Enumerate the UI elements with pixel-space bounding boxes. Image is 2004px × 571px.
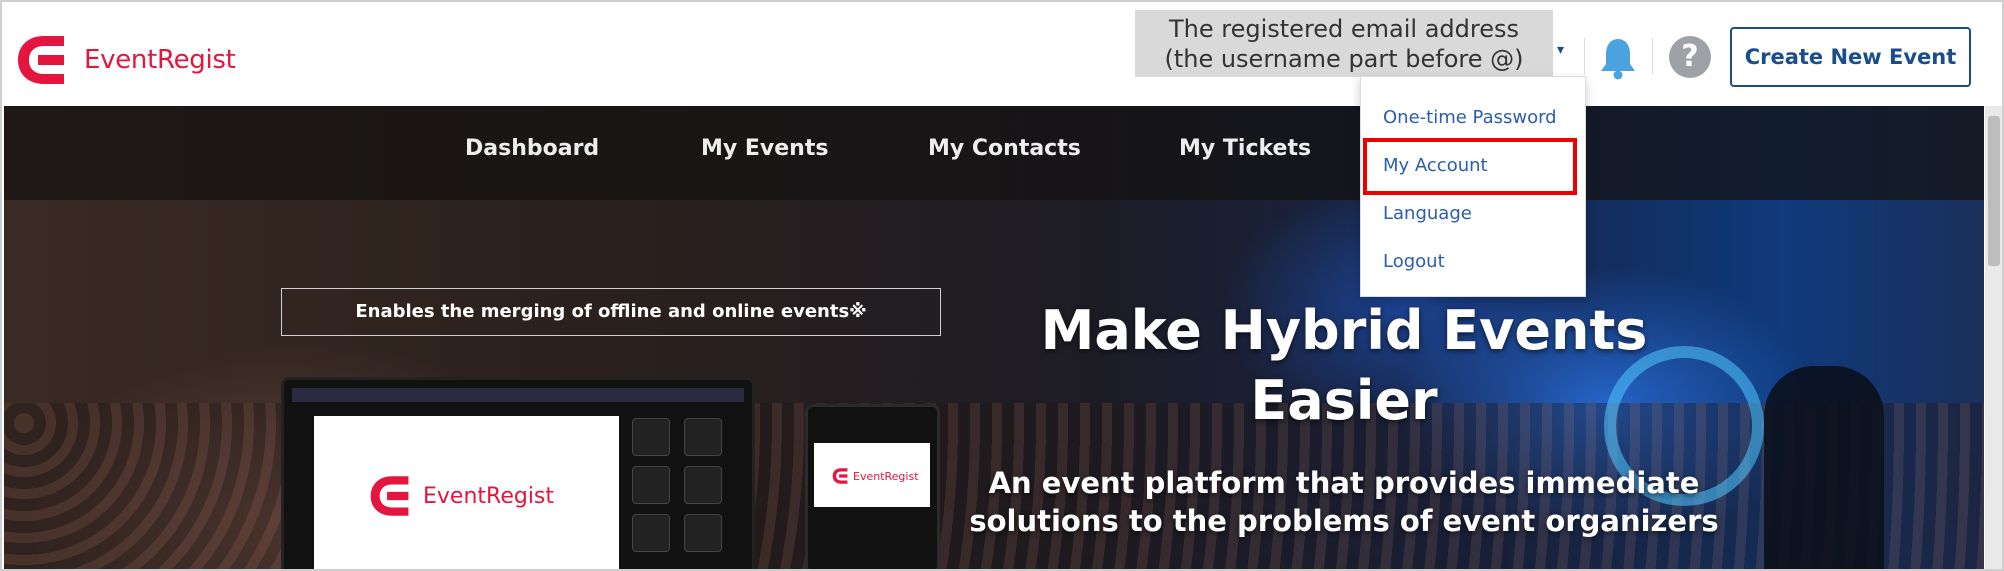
help-question-icon[interactable]: ? — [1669, 36, 1711, 78]
phone-screen-content: EventRegist — [814, 443, 930, 507]
header-divider — [1652, 38, 1653, 74]
hero-title-line-1: Make Hybrid Events — [1040, 299, 1648, 362]
top-header: EventRegist The registered email address… — [2, 2, 2002, 106]
hero-subtitle: An event platform that provides immediat… — [964, 464, 1724, 540]
nav-my-contacts[interactable]: My Contacts — [928, 136, 1081, 161]
hero-banner: Dashboard My Events My Contacts My Ticke… — [4, 106, 1984, 569]
tooltip-line-1: The registered email address — [1168, 15, 1520, 43]
page-scrollbar[interactable] — [1985, 106, 2002, 569]
create-new-event-button[interactable]: Create New Event — [1730, 27, 1971, 87]
nav-my-events[interactable]: My Events — [701, 136, 828, 161]
presenter-silhouette — [1764, 366, 1884, 569]
laptop-tile-panel — [632, 416, 742, 569]
brand-logo[interactable]: EventRegist — [16, 34, 236, 86]
menu-item-logout[interactable]: Logout — [1383, 251, 1445, 272]
eventregist-logo-icon — [832, 468, 848, 484]
user-menu-caret-icon[interactable]: ▾ — [1557, 42, 1564, 58]
app-tile — [632, 418, 670, 456]
hero-subtitle-line-1: An event platform that provides immediat… — [988, 466, 1700, 500]
app-tile — [684, 466, 722, 504]
hero-title: Make Hybrid Events Easier — [964, 296, 1724, 436]
my-account-highlight-box — [1363, 138, 1577, 195]
phone-mockup-image: EventRegist — [805, 404, 940, 569]
laptop-mockup-image: EventRegist — [281, 377, 755, 569]
app-tile — [684, 514, 722, 552]
hero-title-line-2: Easier — [1250, 369, 1438, 432]
app-tile — [632, 466, 670, 504]
main-navigation: Dashboard My Events My Contacts My Ticke… — [4, 106, 1984, 200]
header-divider — [1584, 38, 1585, 74]
nav-my-tickets[interactable]: My Tickets — [1179, 136, 1311, 161]
brand-name: EventRegist — [84, 45, 236, 75]
nav-dashboard[interactable]: Dashboard — [465, 136, 599, 161]
menu-item-one-time-password[interactable]: One-time Password — [1383, 107, 1557, 128]
hero-subtitle-line-2: solutions to the problems of event organ… — [969, 504, 1719, 538]
laptop-brand-logo: EventRegist — [369, 474, 554, 518]
laptop-screen-titlebar — [292, 388, 744, 402]
bell-icon[interactable] — [1598, 36, 1638, 80]
merge-events-label: Enables the merging of offline and onlin… — [281, 288, 941, 336]
phone-brand-logo: EventRegist — [832, 467, 919, 485]
menu-item-language[interactable]: Language — [1383, 203, 1472, 224]
laptop-screen-content: EventRegist — [314, 416, 619, 569]
eventregist-logo-icon — [18, 36, 64, 84]
app-tile — [632, 514, 670, 552]
app-tile — [684, 418, 722, 456]
scrollbar-thumb[interactable] — [1988, 116, 2000, 266]
phone-brand-name: EventRegist — [853, 469, 919, 483]
browser-frame: EventRegist The registered email address… — [0, 0, 2004, 571]
eventregist-logo-icon — [370, 476, 409, 516]
laptop-brand-name: EventRegist — [423, 483, 555, 509]
tooltip-line-2: (the username part before @) — [1164, 45, 1524, 73]
username-tooltip: The registered email address (the userna… — [1135, 10, 1553, 77]
